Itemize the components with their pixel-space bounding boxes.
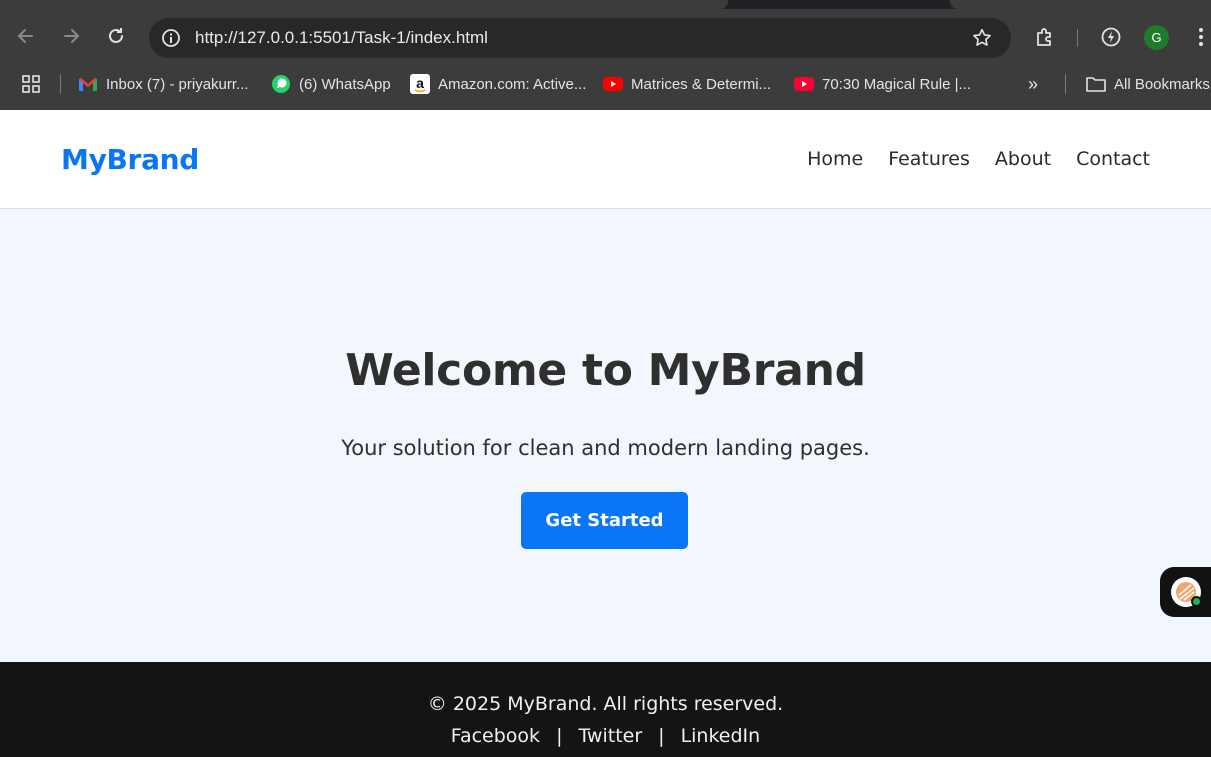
youtube-icon <box>794 74 814 94</box>
bookmark-label: Inbox (7) - priyakurr... <box>106 75 249 93</box>
address-bar[interactable]: http://127.0.0.1:5501/Task-1/index.html <box>149 18 1011 58</box>
browser-toolbar: http://127.0.0.1:5501/Task-1/index.html … <box>0 9 1211 67</box>
arrow-left-icon <box>17 29 33 43</box>
puzzle-icon <box>1037 28 1051 46</box>
bookmark-label: (6) WhatsApp <box>299 75 391 93</box>
nav-about[interactable]: About <box>995 148 1051 170</box>
performance-button[interactable] <box>1099 25 1123 49</box>
back-button[interactable] <box>14 24 38 48</box>
nav-home[interactable]: Home <box>807 148 863 170</box>
chevron-double-right-icon: » <box>1028 73 1039 94</box>
online-status-dot <box>1191 596 1202 607</box>
site-header: MyBrand Home Features About Contact <box>0 110 1211 209</box>
star-icon[interactable] <box>971 27 993 49</box>
bookmark-whatsapp[interactable]: (6) WhatsApp <box>271 73 391 95</box>
brand-logo[interactable]: MyBrand <box>61 143 199 176</box>
folder-icon <box>1086 74 1106 94</box>
amazon-icon: a <box>410 74 430 94</box>
bookmark-label: Amazon.com: Active... <box>438 75 587 93</box>
hero-subtitle: Your solution for clean and modern landi… <box>341 436 870 460</box>
reload-button[interactable] <box>104 24 128 48</box>
bookmarks-overflow-button[interactable]: » <box>1028 73 1038 95</box>
inactive-tab[interactable] <box>950 0 1211 9</box>
whatsapp-icon <box>271 74 291 94</box>
footer-separator: | <box>658 725 665 747</box>
nav-contact[interactable]: Contact <box>1076 148 1150 170</box>
lightning-icon <box>1101 27 1121 47</box>
active-tab[interactable] <box>0 0 728 9</box>
tab-strip <box>0 0 1211 9</box>
bookmarks-bar: Inbox (7) - priyakurr... (6) WhatsApp a … <box>0 67 1211 110</box>
footer-link-twitter[interactable]: Twitter <box>578 725 642 747</box>
forward-button[interactable] <box>59 24 83 48</box>
browser-chrome: http://127.0.0.1:5501/Task-1/index.html … <box>0 0 1211 110</box>
bookmark-gmail[interactable]: Inbox (7) - priyakurr... <box>78 73 249 95</box>
info-icon[interactable] <box>161 28 181 48</box>
hero-section: Welcome to MyBrand Your solution for cle… <box>0 209 1211 662</box>
bookmark-label: All Bookmarks <box>1114 75 1210 93</box>
footer-link-linkedin[interactable]: LinkedIn <box>681 725 761 747</box>
bookmark-label: Matrices & Determi... <box>631 75 772 93</box>
main-nav: Home Features About Contact <box>807 148 1150 170</box>
youtube-icon <box>603 74 623 94</box>
toolbar-divider <box>1077 29 1078 47</box>
arrow-right-icon <box>64 29 80 43</box>
floating-chat-widget[interactable] <box>1160 567 1211 617</box>
nav-features[interactable]: Features <box>888 148 970 170</box>
apps-button[interactable] <box>21 73 41 95</box>
profile-avatar[interactable]: G <box>1144 25 1169 50</box>
extensions-button[interactable] <box>1033 25 1057 49</box>
hero-title: Welcome to MyBrand <box>345 345 866 396</box>
bookmark-label: 70:30 Magical Rule |... <box>822 75 971 93</box>
gmail-icon <box>78 74 98 94</box>
bookmarks-divider <box>1065 74 1066 94</box>
kebab-menu-icon <box>1199 28 1203 46</box>
footer-links: Facebook | Twitter | LinkedIn <box>0 725 1211 747</box>
apps-grid-icon <box>22 75 40 93</box>
footer-separator: | <box>556 725 563 747</box>
all-bookmarks-button[interactable]: All Bookmarks <box>1086 73 1210 95</box>
get-started-button[interactable]: Get Started <box>521 492 688 549</box>
footer-link-facebook[interactable]: Facebook <box>451 725 540 747</box>
svg-text:a: a <box>416 75 424 91</box>
bookmarks-divider <box>60 74 61 94</box>
site-footer: © 2025 MyBrand. All rights reserved. Fac… <box>0 662 1211 757</box>
bookmark-amazon[interactable]: a Amazon.com: Active... <box>410 73 586 95</box>
bookmark-youtube-rule[interactable]: 70:30 Magical Rule |... <box>794 73 971 95</box>
menu-button[interactable] <box>1189 25 1211 49</box>
reload-icon <box>109 28 123 43</box>
copyright-text: © 2025 MyBrand. All rights reserved. <box>427 693 784 715</box>
url-text[interactable]: http://127.0.0.1:5501/Task-1/index.html <box>195 28 488 48</box>
bookmark-youtube-matrices[interactable]: Matrices & Determi... <box>603 73 771 95</box>
